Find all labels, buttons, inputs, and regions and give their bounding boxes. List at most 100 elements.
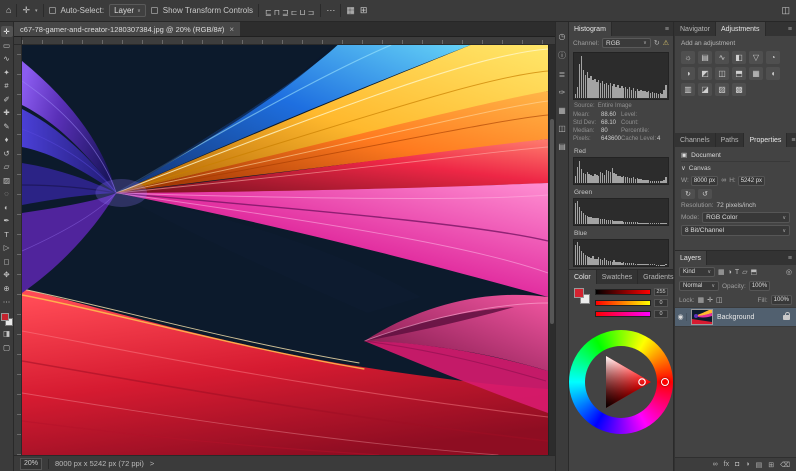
panel-menu-icon[interactable]: ≡ bbox=[784, 251, 796, 265]
actions-icon[interactable]: ≣ bbox=[559, 70, 566, 79]
filter-adjustment-icon[interactable]: ◑ bbox=[728, 269, 732, 276]
libraries-icon[interactable]: ▤ bbox=[558, 142, 566, 151]
blue-value[interactable]: 0 bbox=[654, 310, 668, 318]
adjustment-icon[interactable]: ⬒ bbox=[732, 67, 746, 80]
adjustment-icon[interactable]: ∿ bbox=[715, 51, 729, 64]
tool-zoom[interactable]: ⊕ bbox=[1, 283, 13, 294]
tool-dodge[interactable]: ◐ bbox=[1, 202, 13, 213]
align-icon[interactable]: ⊏ bbox=[291, 8, 298, 17]
link-dimensions-icon[interactable]: ∞ bbox=[721, 177, 726, 184]
channel-dropdown[interactable]: RGB ∨ bbox=[602, 38, 651, 48]
adjustment-icon[interactable]: ◫ bbox=[715, 67, 729, 80]
vertical-scrollbar[interactable] bbox=[548, 45, 555, 455]
tool-brush[interactable]: ✎ bbox=[1, 121, 13, 132]
lock-transparency-icon[interactable]: ▦ bbox=[698, 296, 705, 304]
brushes-icon[interactable]: ✑ bbox=[559, 88, 566, 97]
edit-toolbar-button[interactable]: ⋯ bbox=[1, 296, 13, 307]
adjustment-icon[interactable]: ◩ bbox=[698, 67, 712, 80]
tool-healing[interactable]: ✚ bbox=[1, 107, 13, 118]
zoom-level-field[interactable]: 20% bbox=[20, 458, 42, 470]
layer-group-icon[interactable]: ▤ bbox=[756, 461, 763, 469]
adjustment-icon[interactable]: ◖ bbox=[766, 67, 780, 80]
swatches-icon[interactable]: ▦ bbox=[558, 106, 566, 115]
adjustment-icon[interactable]: ◧ bbox=[732, 51, 746, 64]
refresh-icon[interactable]: ↻ bbox=[654, 39, 660, 47]
adjustment-icon[interactable]: ▨ bbox=[715, 83, 729, 96]
visibility-eye-icon[interactable]: ◉ bbox=[675, 313, 687, 321]
foreground-color-swatch[interactable] bbox=[1, 313, 9, 321]
tab-swatches[interactable]: Swatches bbox=[597, 270, 638, 284]
opacity-value[interactable]: 100% bbox=[749, 281, 770, 291]
tab-channels[interactable]: Channels bbox=[675, 133, 716, 147]
tool-history-brush[interactable]: ↺ bbox=[1, 148, 13, 159]
auto-select-target-dropdown[interactable]: Layer ∨ bbox=[109, 4, 146, 17]
tab-color[interactable]: Color bbox=[569, 270, 597, 284]
color-swatch-pair[interactable] bbox=[574, 288, 590, 304]
align-icon[interactable]: ⊒ bbox=[282, 8, 289, 17]
screen-mode-button[interactable]: ▢ bbox=[1, 342, 13, 353]
adjustment-icon[interactable]: ▦ bbox=[749, 67, 763, 80]
green-value[interactable]: 0 bbox=[654, 299, 668, 307]
tool-crop[interactable]: # bbox=[1, 80, 13, 91]
filter-toggle-icon[interactable]: ◎ bbox=[786, 268, 792, 276]
lock-all-icon[interactable]: ◫ bbox=[716, 296, 723, 304]
tab-adjustments[interactable]: Adjustments bbox=[716, 22, 766, 36]
tool-marquee[interactable]: ▭ bbox=[1, 40, 13, 51]
adjustment-icon[interactable]: ▥ bbox=[681, 83, 695, 96]
more-options-icon[interactable]: ⋯ bbox=[326, 6, 335, 15]
layer-mask-icon[interactable]: ◘ bbox=[735, 461, 739, 468]
panel-menu-icon[interactable]: ≡ bbox=[661, 22, 673, 36]
tool-gradient[interactable]: ▨ bbox=[1, 175, 13, 186]
tool-eraser[interactable]: ▱ bbox=[1, 161, 13, 172]
tool-quick-select[interactable]: ✦ bbox=[1, 67, 13, 78]
lock-position-icon[interactable]: ✛ bbox=[707, 296, 713, 304]
filter-smart-icon[interactable]: ⬒ bbox=[751, 268, 758, 276]
tab-paths[interactable]: Paths bbox=[716, 133, 745, 147]
layer-thumbnail[interactable] bbox=[691, 309, 713, 325]
green-slider[interactable] bbox=[595, 300, 651, 306]
arrange-icon[interactable]: ⊞ bbox=[360, 6, 368, 15]
link-layers-icon[interactable]: ∞ bbox=[713, 461, 718, 468]
layer-name[interactable]: Background bbox=[717, 314, 783, 321]
clone-source-icon[interactable]: ◫ bbox=[558, 124, 566, 133]
blue-slider[interactable] bbox=[595, 311, 651, 317]
bit-depth-dropdown[interactable]: 8 Bit/Channel ∨ bbox=[681, 225, 790, 236]
filter-kind-dropdown[interactable]: Kind ∨ bbox=[679, 267, 715, 277]
close-icon[interactable]: × bbox=[229, 25, 234, 34]
width-field[interactable]: 8000 px bbox=[691, 176, 718, 186]
saturation-triangle[interactable] bbox=[585, 346, 657, 418]
filter-type-icon[interactable]: T bbox=[735, 269, 739, 276]
tab-properties[interactable]: Properties bbox=[744, 133, 787, 147]
tool-eyedropper[interactable]: ✐ bbox=[1, 94, 13, 105]
adjustment-icon[interactable]: ▩ bbox=[732, 83, 746, 96]
history-icon[interactable]: ◷ bbox=[559, 32, 566, 41]
color-wheel[interactable] bbox=[569, 330, 673, 434]
quick-mask-button[interactable]: ◨ bbox=[1, 328, 13, 339]
blend-mode-dropdown[interactable]: Normal ∨ bbox=[679, 281, 719, 291]
tool-type[interactable]: T bbox=[1, 229, 13, 240]
tool-clone-stamp[interactable]: ♦ bbox=[1, 134, 13, 145]
tool-hand[interactable]: ✥ bbox=[1, 269, 13, 280]
adjustment-layer-icon[interactable]: ◑ bbox=[745, 461, 749, 468]
tab-gradients[interactable]: Gradients bbox=[638, 270, 679, 284]
adjustment-icon[interactable]: ▽ bbox=[749, 51, 763, 64]
filter-shape-icon[interactable]: ▱ bbox=[742, 268, 747, 276]
canvas-section-row[interactable]: ∨ Canvas bbox=[681, 162, 790, 174]
tool-shape[interactable]: ◻ bbox=[1, 256, 13, 267]
filter-pixel-icon[interactable]: ▦ bbox=[718, 268, 725, 276]
adjustment-icon[interactable]: ◪ bbox=[698, 83, 712, 96]
tab-histogram[interactable]: Histogram bbox=[569, 22, 612, 36]
align-icon[interactable]: ⊐ bbox=[308, 8, 315, 17]
workspace-icon[interactable]: ◫ bbox=[781, 6, 790, 15]
panel-menu-icon[interactable]: ≡ bbox=[784, 22, 796, 36]
adjustment-icon[interactable]: ▤ bbox=[698, 51, 712, 64]
adjustment-icon[interactable]: ◑ bbox=[681, 67, 695, 80]
tool-blur[interactable]: ◌ bbox=[1, 188, 13, 199]
tool-path-select[interactable]: ▷ bbox=[1, 242, 13, 253]
align-icon[interactable]: ⊔ bbox=[299, 8, 305, 17]
panel-menu-icon[interactable]: ≡ bbox=[787, 133, 796, 147]
delete-layer-icon[interactable]: ⌫ bbox=[780, 461, 790, 469]
adjustment-icon[interactable]: ☼ bbox=[681, 51, 695, 64]
height-field[interactable]: 5242 px bbox=[738, 176, 765, 186]
rotate-cw-button[interactable]: ↻ bbox=[681, 189, 695, 199]
